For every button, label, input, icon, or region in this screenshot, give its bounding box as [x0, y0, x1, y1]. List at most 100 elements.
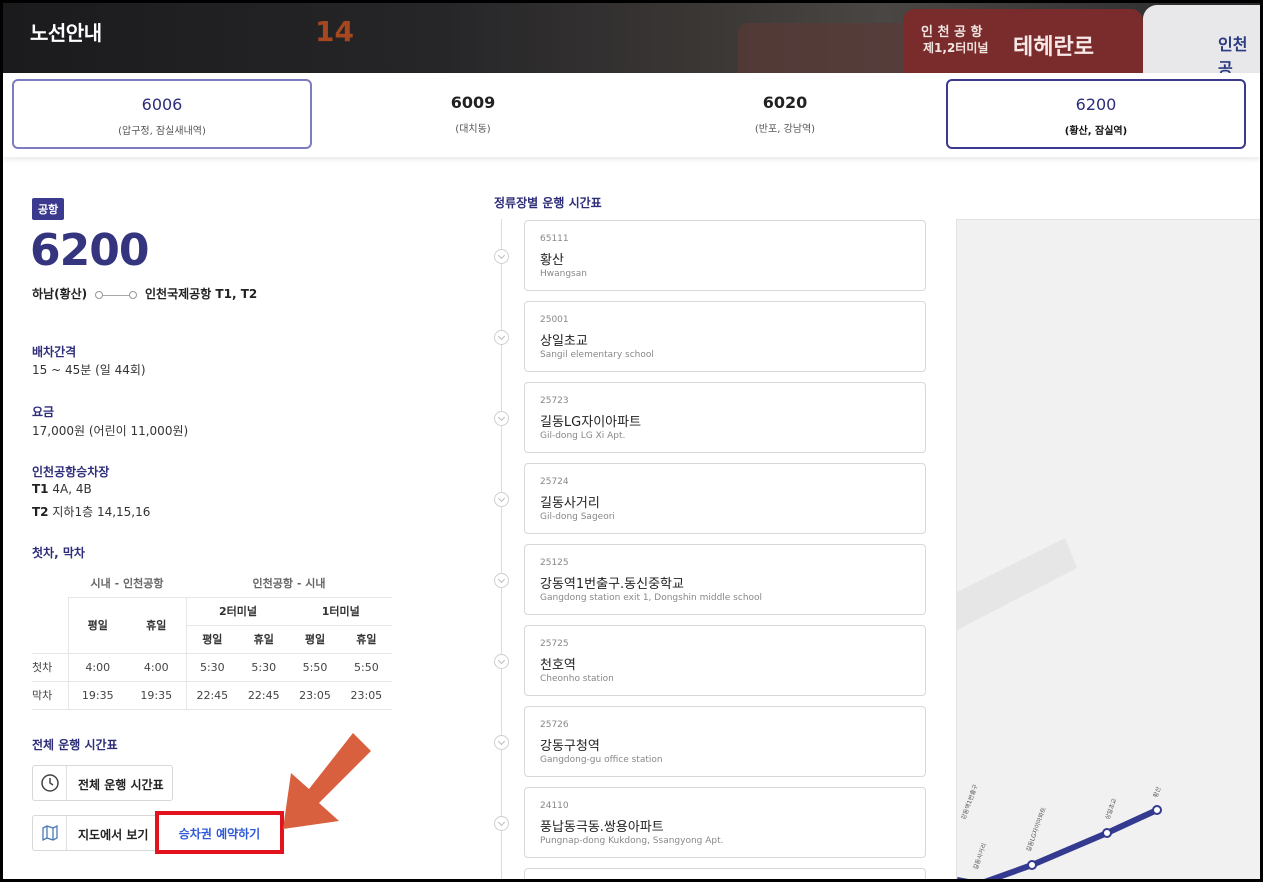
table-row: 첫차 4:00 4:00 5:30 5:30 5:50 5:50 [32, 653, 392, 682]
stop-name-en: Hwangsan [540, 269, 587, 279]
tab-number: 6020 [762, 93, 808, 112]
tab-number: 6200 [1075, 95, 1117, 114]
tab-6200[interactable]: 6200 (황산, 잠실역) [946, 79, 1246, 149]
timeline-line [501, 219, 502, 879]
airport-stop-label: 인천공항승차장 [32, 465, 110, 479]
map-stop-marker[interactable] [1027, 860, 1037, 870]
stop-card[interactable]: 25725 천호역 Cheonho station [524, 625, 926, 696]
stop-card[interactable]: 25125 강동역1번출구.동신중학교 Gangdong station exi… [524, 544, 926, 615]
full-timetable-button[interactable]: 전체 운행 시간표 [32, 765, 173, 801]
banner-bus-image: 인 천 공 항 제1,2터미널 테헤란로 [903, 9, 1143, 73]
tab-subtitle: (대치동) [455, 124, 491, 135]
first-last-label: 첫차, 막차 [32, 546, 85, 560]
stop-id: 25723 [540, 396, 569, 406]
route-origin: 하남(황산) [32, 287, 88, 301]
expand-icon[interactable] [494, 249, 509, 264]
col-weekday: 평일 [185, 625, 239, 654]
banner-bus-text: 테헤란로 [1013, 35, 1094, 60]
stop-card[interactable]: 25001 상일초교 Sangil elementary school [524, 301, 926, 372]
t2-value: 지하1층 14,15,16 [52, 505, 151, 519]
stop-card[interactable] [524, 868, 926, 879]
stop-id: 25125 [540, 558, 569, 568]
app-frame: 14 인 천 공 항 제1,2터미널 테헤란로 인천공 노선안내 6006 (압… [3, 3, 1260, 879]
expand-icon[interactable] [494, 573, 509, 588]
t1-label: T1 [32, 482, 49, 496]
row-label: 막차 [32, 681, 68, 710]
fare-label: 요금 [32, 405, 55, 419]
stop-name-ko: 강동구청역 [540, 739, 600, 754]
stop-name-ko: 길동사거리 [540, 496, 600, 511]
tab-subtitle: (반포, 강남역) [754, 124, 816, 135]
map-stop-marker[interactable] [1102, 828, 1112, 838]
expand-icon[interactable] [494, 735, 509, 750]
expand-icon[interactable] [494, 492, 509, 507]
header-banner: 14 인 천 공 항 제1,2터미널 테헤란로 인천공 노선안내 [3, 3, 1260, 73]
stop-id: 25726 [540, 720, 569, 730]
col-weekday: 평일 [67, 596, 127, 654]
stop-card[interactable]: 24110 풍납동극동.쌍용아파트 Pungnap-dong Kukdong, … [524, 787, 926, 858]
map-stop-marker[interactable] [1152, 805, 1162, 815]
stop-card[interactable]: 25726 강동구청역 Gangdong-gu office station [524, 706, 926, 777]
tab-subtitle: (황산, 잠실역) [1064, 126, 1128, 137]
tab-6020[interactable]: 6020 (반포, 강남역) [635, 79, 935, 149]
route-map[interactable]: 황산 상일초교 길동LG자이아파트 길동사거리 강동역1번출구 [956, 219, 1260, 879]
time-cell: 22:45 [185, 681, 239, 710]
time-cell: 23:05 [289, 681, 341, 710]
group-header-outbound: 시내 - 인천공항 [90, 576, 164, 590]
tab-6006[interactable]: 6006 (압구정, 잠실새내역) [12, 79, 312, 149]
time-cell: 4:00 [67, 653, 127, 682]
stop-card[interactable]: 65111 황산 Hwangsan [524, 220, 926, 291]
stop-name-ko: 천호역 [540, 658, 576, 673]
map-label: 길동LG자이아파트 [1024, 806, 1048, 853]
t1-value: 4A, 4B [52, 482, 92, 496]
full-timetable-button-label: 전체 운행 시간표 [78, 778, 164, 792]
terminal1-header: 1터미널 [289, 596, 392, 626]
interval-label: 배차간격 [32, 345, 77, 359]
time-cell: 4:00 [127, 653, 187, 682]
view-on-map-button[interactable]: 지도에서 보기 [32, 815, 160, 851]
clock-icon [33, 766, 67, 800]
expand-icon[interactable] [494, 411, 509, 426]
stop-name-en: Gangdong station exit 1, Dongshin middle… [540, 593, 763, 603]
stop-card[interactable]: 25723 길동LG자이아파트 Gil-dong LG Xi Apt. [524, 382, 926, 453]
stop-id: 25724 [540, 477, 569, 487]
stop-name-ko: 길동LG자이아파트 [540, 415, 642, 430]
tab-number: 6006 [141, 95, 183, 114]
banner-bus-text: 제1,2터미널 [923, 41, 989, 55]
banner-bus-text: 인천공 [1218, 35, 1248, 73]
t2-label: T2 [32, 505, 49, 519]
group-header-inbound: 인천공항 - 시내 [252, 576, 326, 590]
time-cell: 23:05 [340, 681, 392, 710]
expand-icon[interactable] [494, 330, 509, 345]
stop-id: 24110 [540, 801, 569, 811]
stop-name-en: Gangdong-gu office station [540, 755, 663, 765]
banner-bus-image: 인천공 [1143, 5, 1260, 73]
stop-name-en: Gil-dong LG Xi Apt. [540, 431, 626, 441]
stop-name-en: Pungnap-dong Kukdong, Ssangyong Apt. [540, 836, 724, 846]
expand-icon[interactable] [494, 816, 509, 831]
page-title: 노선안내 [30, 21, 102, 45]
time-cell: 5:30 [238, 653, 290, 682]
stop-card[interactable]: 25724 길동사거리 Gil-dong Sageori [524, 463, 926, 534]
expand-icon[interactable] [494, 654, 509, 669]
tab-6009[interactable]: 6009 (대치동) [323, 79, 623, 149]
map-label: 황산 [1151, 785, 1162, 799]
terminal2-header: 2터미널 [185, 596, 290, 626]
fare-value: 17,000원 (어린이 11,000원) [32, 424, 189, 438]
first-last-table: 시내 - 인천공항 인천공항 - 시내 평일 휴일 2터미널 1터미널 평일 휴… [32, 569, 392, 710]
time-cell: 5:50 [340, 653, 392, 682]
stop-name-ko: 풍납동극동.쌍용아파트 [540, 820, 664, 835]
route-destination: 인천국제공항 T1, T2 [145, 287, 258, 301]
map-icon [33, 816, 67, 850]
stop-id: 25001 [540, 315, 569, 325]
tab-subtitle: (압구정, 잠실새내역) [118, 126, 206, 137]
col-holiday: 휴일 [127, 596, 187, 654]
stops-title: 정류장별 운행 시간표 [494, 196, 602, 210]
col-holiday: 휴일 [238, 625, 290, 654]
stop-name-ko: 황산 [540, 253, 564, 268]
map-label: 길동사거리 [971, 842, 988, 871]
time-cell: 19:35 [127, 681, 187, 710]
book-ticket-button[interactable]: 승차권 예약하기 [155, 811, 284, 854]
stop-name-ko: 상일초교 [540, 334, 588, 349]
map-canvas: 황산 상일초교 길동LG자이아파트 길동사거리 강동역1번출구 [957, 538, 1163, 879]
